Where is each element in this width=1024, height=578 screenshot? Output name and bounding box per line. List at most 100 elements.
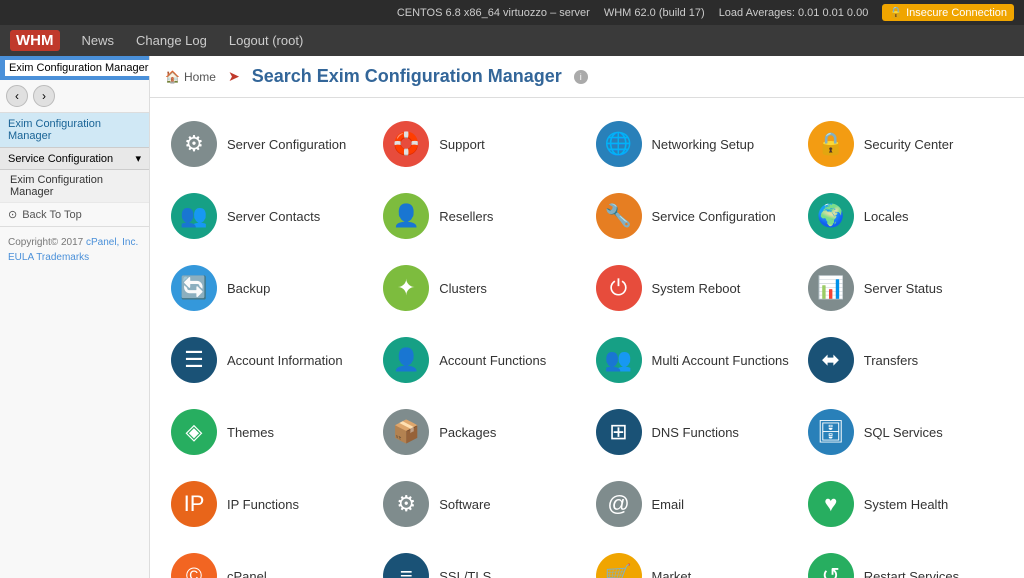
grid-item-market[interactable]: 🛒 Market <box>590 545 797 578</box>
grid-item-packages[interactable]: 📦Packages <box>377 401 584 463</box>
grid-item-resellers[interactable]: 👤 Resellers <box>377 185 584 247</box>
grid-item-support[interactable]: 🛟 Support <box>377 113 584 175</box>
sidebar-menu-item-exim[interactable]: Exim Configuration Manager <box>0 170 149 203</box>
sidebar-dropdown-label: Service Configuration <box>8 153 113 165</box>
grid-item-system-reboot[interactable]: ⏻System Reboot <box>590 257 797 319</box>
home-label: Home <box>184 70 216 84</box>
grid-label: SSL/TLS <box>439 569 491 578</box>
grid-label: Market <box>652 569 692 578</box>
grid-item-themes[interactable]: ◈ Themes <box>165 401 372 463</box>
grid-label: Support <box>439 137 485 152</box>
sidebar: × ‹ › Exim Configuration Manager Service… <box>0 56 150 578</box>
grid-item-locales[interactable]: 🌍 Locales <box>802 185 1009 247</box>
back-top-label: Back To Top <box>22 209 82 221</box>
grid-label: Email <box>652 497 685 512</box>
chevron-down-icon: ▾ <box>135 152 141 165</box>
grid-label: Networking Setup <box>652 137 755 152</box>
grid-label: Software <box>439 497 490 512</box>
server-info: CENTOS 6.8 x86_64 virtuozzo – server <box>397 7 590 19</box>
grid-icon: 🛟 <box>383 121 429 167</box>
grid-label: IP Functions <box>227 497 299 512</box>
grid-label: Resellers <box>439 209 493 224</box>
grid-icon: IP <box>171 481 217 527</box>
grid-item-dns-functions[interactable]: ⊞DNS Functions <box>590 401 797 463</box>
grid-icon: 🌐 <box>596 121 642 167</box>
grid-icon: ⚙ <box>383 481 429 527</box>
grid-item-cpanel[interactable]: ©cPanel <box>165 545 372 578</box>
navbar: WHM News Change Log Logout (root) <box>0 25 1024 56</box>
cpanel-link[interactable]: cPanel, Inc. <box>86 237 138 248</box>
grid-icon: ⚙ <box>171 121 217 167</box>
grid-icon: © <box>171 553 217 578</box>
grid-icon: 👤 <box>383 337 429 383</box>
sidebar-dropdown[interactable]: Service Configuration ▾ <box>0 147 149 170</box>
grid-item-server-configuration[interactable]: ⚙Server Configuration <box>165 113 372 175</box>
nav-changelog[interactable]: Change Log <box>130 30 213 51</box>
sidebar-back-button[interactable]: ‹ <box>6 85 28 107</box>
circle-up-icon: ⊙ <box>8 208 17 221</box>
grid-item-backup[interactable]: 🔄Backup <box>165 257 372 319</box>
main-content: 🏠 Home ➤ Search Exim Configuration Manag… <box>150 56 1024 578</box>
grid-label: Transfers <box>864 353 918 368</box>
grid-item-multi-account-functions[interactable]: 👥 Multi Account Functions <box>590 329 797 391</box>
grid-label: Packages <box>439 425 496 440</box>
grid-icon: @ <box>596 481 642 527</box>
grid-item-software[interactable]: ⚙ Software <box>377 473 584 535</box>
trademarks-link[interactable]: Trademarks <box>36 252 89 263</box>
topbar: CENTOS 6.8 x86_64 virtuozzo – server WHM… <box>0 0 1024 25</box>
grid-label: Security Center <box>864 137 954 152</box>
insecure-badge[interactable]: 🔒 Insecure Connection <box>882 4 1014 21</box>
grid-icon: ☰ <box>171 337 217 383</box>
sidebar-forward-button[interactable]: › <box>33 85 55 107</box>
grid-label: SQL Services <box>864 425 943 440</box>
grid-icon: ≡ <box>383 553 429 578</box>
grid-item-restart-services[interactable]: ↺Restart Services <box>802 545 1009 578</box>
grid-label: System Health <box>864 497 949 512</box>
grid-item-sql-services[interactable]: 🗄SQL Services <box>802 401 1009 463</box>
grid-item-ssl/tls[interactable]: ≡ SSL/TLS <box>377 545 584 578</box>
grid-item-transfers[interactable]: ⬌Transfers <box>802 329 1009 391</box>
grid-item-service-configuration[interactable]: 🔧Service Configuration <box>590 185 797 247</box>
search-input[interactable] <box>5 60 155 76</box>
grid-icon: ✦ <box>383 265 429 311</box>
grid-icon: ↺ <box>808 553 854 578</box>
grid-icon: 👥 <box>596 337 642 383</box>
sidebar-nav-buttons: ‹ › <box>0 80 149 113</box>
grid-label: Multi Account Functions <box>652 353 789 368</box>
grid-icon: 🔒 <box>808 121 854 167</box>
layout: × ‹ › Exim Configuration Manager Service… <box>0 56 1024 578</box>
load-averages: Load Averages: 0.01 0.01 0.00 <box>719 7 869 19</box>
grid-item-ip-functions[interactable]: IP IP Functions <box>165 473 372 535</box>
grid-label: Clusters <box>439 281 487 296</box>
grid-icon: ◈ <box>171 409 217 455</box>
grid-icon: 🌍 <box>808 193 854 239</box>
grid-item-clusters[interactable]: ✦ Clusters <box>377 257 584 319</box>
sidebar-footer: Copyright© 2017 cPanel, Inc. EULA Tradem… <box>0 227 149 273</box>
page-title: Search Exim Configuration Manager <box>252 66 562 87</box>
grid-item-email[interactable]: @ Email <box>590 473 797 535</box>
grid-icon: ♥ <box>808 481 854 527</box>
grid-label: Server Status <box>864 281 943 296</box>
eula-link[interactable]: EULA <box>8 252 34 263</box>
grid-label: Themes <box>227 425 274 440</box>
back-to-top[interactable]: ⊙ Back To Top <box>0 203 149 227</box>
whm-version: WHM 62.0 (build 17) <box>604 7 705 19</box>
whm-logo: WHM <box>10 30 60 51</box>
grid-label: Server Contacts <box>227 209 320 224</box>
grid-item-server-status[interactable]: 📊 Server Status <box>802 257 1009 319</box>
grid-icon: 👤 <box>383 193 429 239</box>
grid-label: Locales <box>864 209 909 224</box>
nav-logout[interactable]: Logout (root) <box>223 30 309 51</box>
grid-item-networking-setup[interactable]: 🌐 Networking Setup <box>590 113 797 175</box>
grid-icon: 🛒 <box>596 553 642 578</box>
nav-news[interactable]: News <box>76 30 121 51</box>
grid-item-account-functions[interactable]: 👤Account Functions <box>377 329 584 391</box>
sidebar-active-item[interactable]: Exim Configuration Manager <box>0 113 149 147</box>
grid-icon: 👥 <box>171 193 217 239</box>
grid-item-system-health[interactable]: ♥ System Health <box>802 473 1009 535</box>
grid-item-account-information[interactable]: ☰Account Information <box>165 329 372 391</box>
grid-icon: 📊 <box>808 265 854 311</box>
grid-item-server-contacts[interactable]: 👥 Server Contacts <box>165 185 372 247</box>
home-link[interactable]: 🏠 Home <box>165 70 216 84</box>
grid-item-security-center[interactable]: 🔒 Security Center <box>802 113 1009 175</box>
